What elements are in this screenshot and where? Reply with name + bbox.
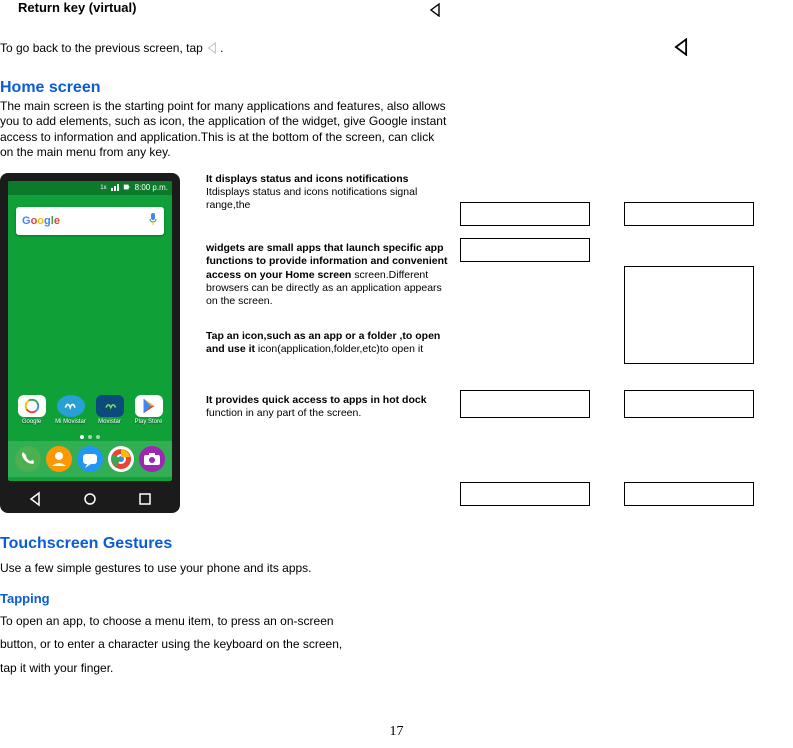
nav-back-icon[interactable] xyxy=(27,491,43,510)
back-triangle-icon xyxy=(428,3,442,20)
empty-box xyxy=(460,202,590,226)
tapping-line3: tap it with your finger. xyxy=(0,661,450,677)
empty-box xyxy=(460,482,590,506)
tapping-line2: button, or to enter a character using th… xyxy=(0,637,450,653)
tapping-line1: To open an app, to choose a menu item, t… xyxy=(0,614,450,630)
nav-home-icon[interactable] xyxy=(82,491,98,510)
instruction-pre: To go back to the previous screen, tap xyxy=(0,41,206,55)
empty-box xyxy=(624,482,754,506)
home-screen-description: The main screen is the starting point fo… xyxy=(0,99,450,161)
app-label: Movistar xyxy=(98,419,121,425)
empty-box xyxy=(624,202,754,226)
app-movistar[interactable]: Movistar xyxy=(95,395,125,425)
callouts: It displays status and icons notificatio… xyxy=(206,173,450,513)
status-bar: 1x 8:00 p.m. xyxy=(8,181,172,195)
page-number: 17 xyxy=(0,724,793,740)
tapping-heading: Tapping xyxy=(0,591,450,606)
camera-icon[interactable] xyxy=(139,446,165,472)
instruction-post: . xyxy=(220,41,223,55)
hot-dock xyxy=(8,441,172,477)
app-google[interactable]: Google xyxy=(17,395,47,425)
empty-box xyxy=(624,390,754,418)
touchscreen-intro: Use a few simple gestures to use your ph… xyxy=(0,561,450,577)
callout-hot-dock: It provides quick access to apps in hot … xyxy=(206,394,450,420)
chrome-icon[interactable] xyxy=(108,446,134,472)
status-time: 8:00 p.m. xyxy=(135,183,168,192)
phone-screen: 1x 8:00 p.m. Google xyxy=(8,181,172,481)
mic-icon[interactable] xyxy=(148,212,158,229)
callout-status-bar: It displays status and icons notificatio… xyxy=(206,173,450,212)
phone-mockup: 1x 8:00 p.m. Google xyxy=(0,173,180,513)
empty-box xyxy=(460,238,590,262)
messages-icon[interactable] xyxy=(77,446,103,472)
app-label: Play Store xyxy=(135,419,163,425)
app-label: Mi Movistar xyxy=(55,419,86,425)
phone-icon[interactable] xyxy=(15,446,41,472)
android-nav-bar xyxy=(8,489,172,513)
callout-tap-icon: Tap an icon,such as an app or a folder ,… xyxy=(206,330,450,356)
home-screen-heading: Home screen xyxy=(0,79,450,97)
contacts-icon[interactable] xyxy=(46,446,72,472)
google-logo: Google xyxy=(22,215,60,227)
touchscreen-heading: Touchscreen Gestures xyxy=(0,535,450,553)
back-triangle-icon xyxy=(206,42,220,56)
app-mi-movistar[interactable]: Mi Movistar xyxy=(56,395,86,425)
app-label: Google xyxy=(22,419,41,425)
callout-widgets: widgets are small apps that launch speci… xyxy=(206,242,450,308)
page-indicator xyxy=(8,435,172,439)
empty-box xyxy=(624,266,754,364)
back-triangle-icon xyxy=(672,38,690,59)
app-play-store[interactable]: Play Store xyxy=(134,395,164,425)
battery-icon xyxy=(123,183,131,193)
app-grid: Google Mi Movistar Movistar Play St xyxy=(8,395,172,425)
nav-recent-icon[interactable] xyxy=(137,491,153,510)
empty-box xyxy=(460,390,590,418)
return-key-title: Return key (virtual) xyxy=(18,0,793,15)
google-search-widget[interactable]: Google xyxy=(16,207,164,235)
